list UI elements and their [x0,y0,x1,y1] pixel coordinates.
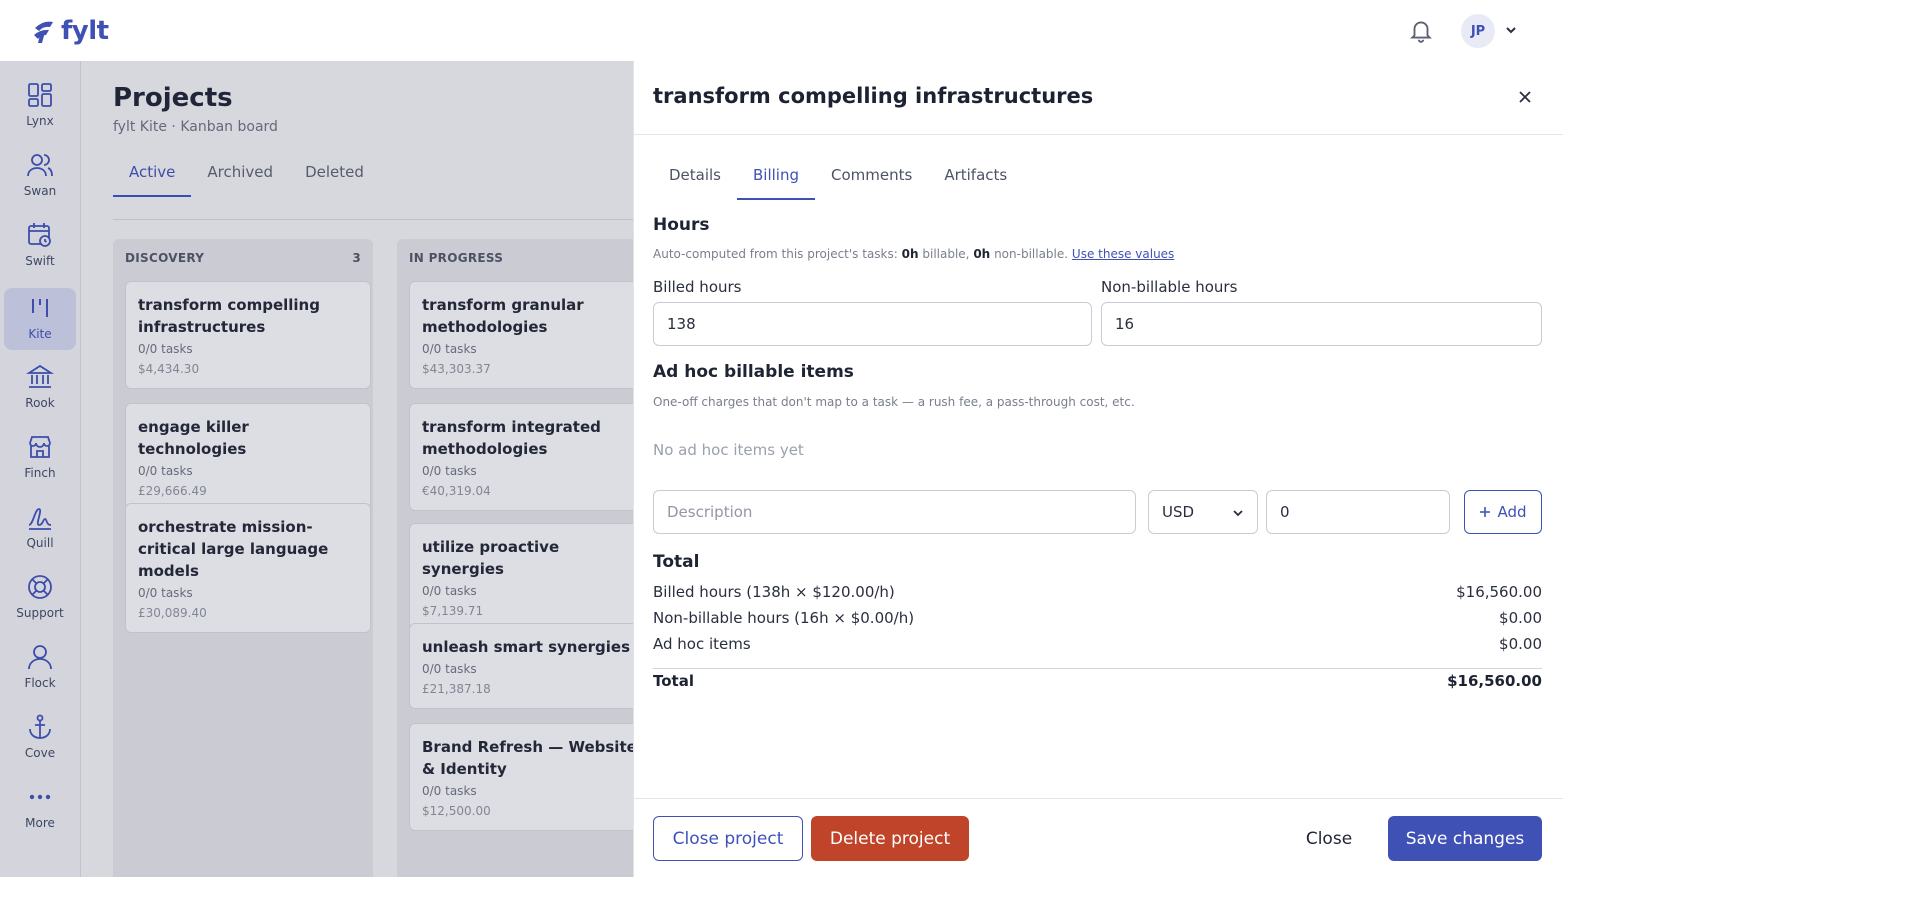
save-changes-button[interactable]: Save changes [1388,816,1542,861]
drawer-title: transform compelling infrastructures [653,84,1094,108]
add-item-button[interactable]: Add [1464,490,1542,534]
total-row-label: Ad hoc items [653,635,751,653]
total-row-value: $16,560.00 [1456,583,1542,601]
use-these-values-link[interactable]: Use these values [1072,247,1174,261]
total-row-label: Billed hours (138h × $120.00/h) [653,583,895,601]
divider [634,134,1563,135]
amount-input[interactable]: 0 [1266,490,1450,534]
hours-heading: Hours [653,215,710,235]
total-row-label: Non-billable hours (16h × $0.00/h) [653,609,915,627]
divider [634,798,1563,799]
total-row: Billed hours (138h × $120.00/h) $16,560.… [653,583,1542,601]
close-project-button[interactable]: Close project [653,816,803,861]
description-input[interactable]: Description [653,490,1136,534]
nonbillable-hours-label: Non-billable hours [1101,278,1238,296]
avatar[interactable]: JP [1461,14,1495,48]
delete-project-button[interactable]: Delete project [811,816,969,861]
tab-details[interactable]: Details [653,164,737,200]
tab-billing[interactable]: Billing [737,164,816,200]
billable-value: 0h [901,247,919,261]
tab-artifacts[interactable]: Artifacts [928,164,1023,200]
billed-hours-input[interactable]: 138 [653,302,1092,346]
close-icon[interactable] [1517,89,1533,105]
hint-text: billable, [922,247,970,261]
billed-hours-label: Billed hours [653,278,742,296]
grand-total-row: Total $16,560.00 [653,672,1542,690]
close-button[interactable]: Close [1285,816,1373,861]
grand-total-label: Total [653,672,694,690]
total-row-value: $0.00 [1499,635,1542,653]
logo-text: fylt [61,16,109,46]
fylt-logo-icon [34,21,53,43]
hint-text: non-billable. [994,247,1069,261]
grand-total-value: $16,560.00 [1447,672,1542,690]
chevron-down-icon [1233,510,1243,517]
nonbillable-value: 0h [973,247,991,261]
nonbillable-hours-input[interactable]: 16 [1101,302,1542,346]
project-drawer: transform compelling infrastructures Det… [633,61,1563,877]
tab-comments[interactable]: Comments [815,164,928,200]
top-bar: fylt JP [0,0,1562,61]
app-logo[interactable]: fylt [31,16,109,46]
total-heading: Total [653,552,700,572]
chevron-down-icon[interactable] [1503,22,1519,38]
add-label: Add [1497,503,1527,521]
hours-hint: Auto-computed from this project's tasks:… [653,247,1174,261]
drawer-tabs: Details Billing Comments Artifacts [653,164,1023,200]
modal-backdrop[interactable] [0,61,633,877]
hint-text: Auto-computed from this project's tasks: [653,247,898,261]
adhoc-hint: One-off charges that don't map to a task… [653,395,1135,409]
plus-icon [1480,507,1491,517]
currency-value: USD [1162,503,1195,521]
divider [653,668,1542,669]
currency-select[interactable]: USD [1148,490,1258,534]
total-row: Ad hoc items $0.00 [653,635,1542,653]
adhoc-empty-state: No ad hoc items yet [653,441,804,459]
total-row-value: $0.00 [1499,609,1542,627]
total-row: Non-billable hours (16h × $0.00/h) $0.00 [653,609,1542,627]
adhoc-heading: Ad hoc billable items [653,362,854,382]
bell-icon[interactable] [1408,17,1434,43]
